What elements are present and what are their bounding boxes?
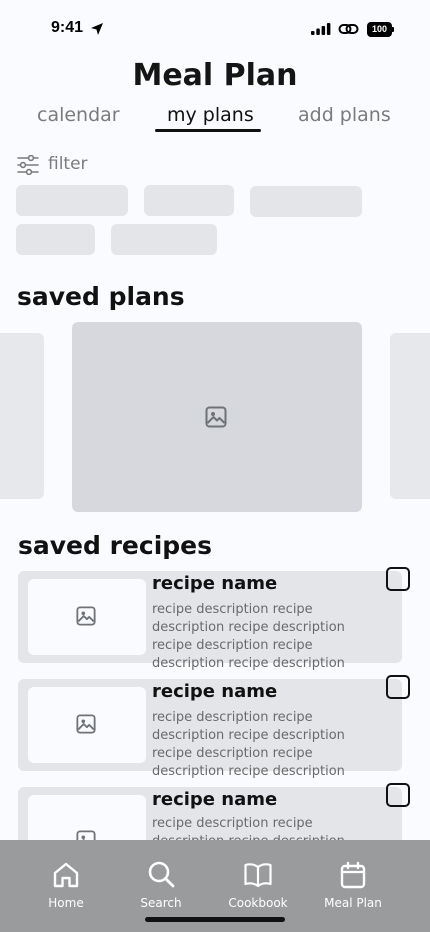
filter-label: filter bbox=[48, 154, 88, 174]
tab-calendar[interactable]: calendar bbox=[37, 104, 120, 126]
filter-chip[interactable] bbox=[16, 224, 95, 255]
page-title: Meal Plan bbox=[132, 58, 298, 93]
sliders-icon bbox=[17, 155, 39, 175]
home-icon bbox=[53, 862, 79, 888]
calendar-icon bbox=[340, 861, 366, 889]
nav-home[interactable]: Home bbox=[21, 840, 111, 920]
image-placeholder-icon bbox=[205, 406, 227, 428]
image-placeholder-icon bbox=[76, 714, 96, 734]
plan-card[interactable] bbox=[72, 322, 362, 512]
nav-cookbook[interactable]: Cookbook bbox=[213, 840, 303, 920]
filter-chip[interactable] bbox=[144, 185, 234, 216]
status-time: 9:41 bbox=[51, 19, 84, 36]
saved-recipes-title: saved recipes bbox=[18, 531, 213, 560]
cellular-signal-icon bbox=[311, 23, 331, 35]
tab-my-plans[interactable]: my plans bbox=[167, 104, 254, 126]
tab-add-plans[interactable]: add plans bbox=[298, 104, 391, 126]
recipe-description: recipe description recipe description re… bbox=[152, 602, 345, 671]
book-icon bbox=[244, 863, 272, 888]
battery-icon: 100 bbox=[367, 22, 395, 37]
nav-label: Home bbox=[48, 896, 84, 910]
nav-label: Cookbook bbox=[228, 896, 288, 910]
filter-chip[interactable] bbox=[16, 185, 128, 216]
recipe-thumbnail bbox=[28, 579, 146, 655]
recipe-thumbnail bbox=[28, 687, 146, 763]
recipe-card[interactable]: recipe name recipe description recipe de… bbox=[18, 679, 402, 779]
plan-card-prev[interactable] bbox=[0, 333, 44, 499]
home-indicator[interactable] bbox=[145, 917, 285, 922]
battery-level: 100 bbox=[371, 24, 388, 34]
recipe-description: recipe description recipe description re… bbox=[152, 710, 345, 779]
recipe-name: recipe name bbox=[152, 681, 278, 702]
recipe-checkbox[interactable] bbox=[386, 783, 410, 807]
filter-chip[interactable] bbox=[250, 186, 362, 217]
nav-meal-plan[interactable]: Meal Plan bbox=[308, 840, 398, 920]
search-icon bbox=[148, 861, 175, 888]
nav-label: Search bbox=[140, 896, 182, 910]
nav-label: Meal Plan bbox=[324, 896, 382, 910]
status-bar: 9:41 100 bbox=[0, 0, 430, 60]
recipe-checkbox[interactable] bbox=[386, 567, 410, 591]
filter-chip[interactable] bbox=[111, 224, 217, 255]
saved-plans-title: saved plans bbox=[17, 282, 185, 311]
recipe-card[interactable]: recipe name recipe description recipe de… bbox=[18, 571, 402, 671]
recipe-name: recipe name bbox=[152, 573, 278, 594]
active-tab-indicator bbox=[155, 129, 261, 132]
nav-search[interactable]: Search bbox=[116, 840, 206, 920]
plan-card-next[interactable] bbox=[390, 333, 430, 499]
recipe-checkbox[interactable] bbox=[386, 675, 410, 699]
link-icon bbox=[338, 24, 359, 34]
image-placeholder-icon bbox=[76, 606, 96, 626]
location-arrow-icon bbox=[91, 23, 103, 35]
recipe-name: recipe name bbox=[152, 789, 278, 810]
